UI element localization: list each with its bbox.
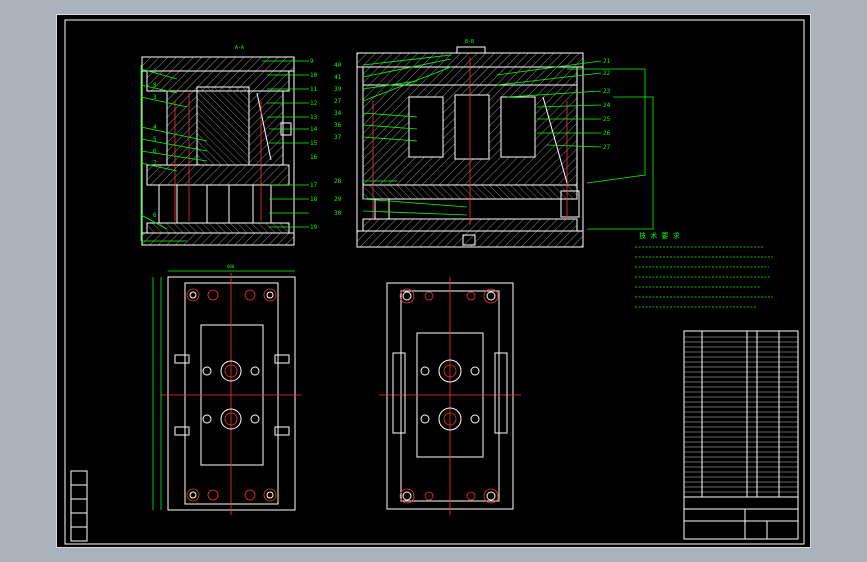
right-callout-label: 21 <box>603 58 611 65</box>
left-callout-label: 3 <box>153 94 157 101</box>
right-callout-label: 22 <box>603 70 611 77</box>
left-callout-label: 10 <box>310 72 318 79</box>
svg-text:B-B: B-B <box>465 39 474 45</box>
right-callout-label: 25 <box>603 116 611 123</box>
right-section-view: B-B <box>356 39 584 248</box>
right-callout-label: 24 <box>603 102 611 109</box>
drawing-canvas: A-A 1 8 3 4 5 6 7 6 9 10 11 12 13 14 15 … <box>64 19 805 545</box>
parts-list-rows <box>684 336 798 493</box>
left-callout-label: 12 <box>310 100 318 107</box>
revision-block <box>70 470 88 542</box>
left-callout-label: 7 <box>153 160 157 167</box>
svg-text:600: 600 <box>227 264 235 269</box>
left-callout-label: 14 <box>310 126 318 133</box>
left-callout-label: 17 <box>310 182 318 189</box>
right-callout-label: 41 <box>334 74 342 81</box>
drawing-sheet: A-A 1 8 3 4 5 6 7 6 9 10 11 12 13 14 15 … <box>56 14 811 548</box>
right-callout-label: 34 <box>334 110 342 117</box>
right-callout-label: 37 <box>334 134 342 141</box>
left-callout-label: 1 <box>153 68 157 75</box>
left-callout-label: 8 <box>153 82 157 89</box>
right-callout-label: 40 <box>334 62 342 69</box>
left-callout-label: 18 <box>310 196 318 203</box>
right-callout-label: 36 <box>334 122 342 129</box>
parts-list-table <box>683 330 799 540</box>
right-callout-label: 30 <box>334 210 342 217</box>
notes-title: 技 术 要 求 <box>639 231 680 240</box>
right-callout-label: 27 <box>334 98 342 105</box>
left-callout-label: 4 <box>153 124 157 131</box>
right-callout-label: 28 <box>334 178 342 185</box>
right-plan-view <box>379 277 521 515</box>
right-callout-label: 39 <box>334 86 342 93</box>
technical-requirements: 技 术 要 求 <box>635 231 773 308</box>
right-callout-label: 29 <box>334 196 342 203</box>
left-callout-label: 5 <box>153 136 157 143</box>
left-callout-label: 19 <box>310 224 318 231</box>
left-callout-label: 6 <box>153 148 157 155</box>
left-callout-label: 9 <box>310 58 314 65</box>
left-callout-label: 16 <box>310 154 318 161</box>
left-callout-label: 6 <box>153 212 157 219</box>
right-callout-label: 26 <box>603 130 611 137</box>
cad-drawing-viewer: A-A 1 8 3 4 5 6 7 6 9 10 11 12 13 14 15 … <box>0 0 867 562</box>
right-callout-label: 27 <box>603 144 611 151</box>
left-callout-label: 15 <box>310 140 318 147</box>
left-callout-label: 11 <box>310 86 318 93</box>
right-callout-label: 23 <box>603 88 611 95</box>
left-callout-label: 13 <box>310 114 318 121</box>
left-plan-view: 600 <box>152 264 301 515</box>
svg-text:A-A: A-A <box>235 45 244 51</box>
